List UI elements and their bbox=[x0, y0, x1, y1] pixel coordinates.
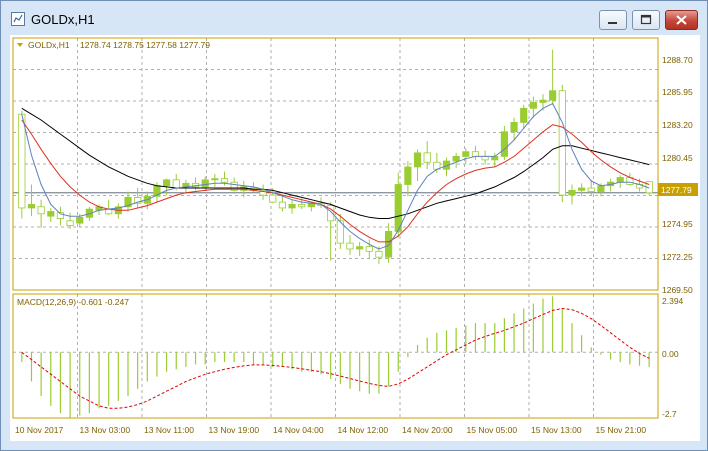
candle-body bbox=[423, 152, 431, 163]
time-tick-label: 13 Nov 11:00 bbox=[144, 425, 194, 435]
candle-body bbox=[587, 187, 595, 192]
price-tick-1283.20: 1283.20 bbox=[662, 120, 693, 130]
candle-body bbox=[500, 131, 508, 157]
candle-body bbox=[76, 216, 84, 224]
price-tick-1272.25: 1272.25 bbox=[662, 252, 693, 262]
price-tick-1285.95: 1285.95 bbox=[662, 87, 693, 97]
macd-tick-zero: 0.00 bbox=[662, 349, 679, 359]
candle-body bbox=[163, 179, 171, 187]
candle-body bbox=[597, 185, 605, 192]
time-axis: 10 Nov 2017 13 Nov 03:00 13 Nov 11:00 13 No… bbox=[15, 425, 646, 435]
price-tick-1288.70: 1288.70 bbox=[662, 55, 693, 65]
candle-body bbox=[356, 246, 364, 250]
window-title: GOLDx,H1 bbox=[31, 12, 95, 27]
macd-signal-line bbox=[21, 307, 650, 409]
current-price-label: 1277.79 bbox=[661, 185, 692, 195]
candle-body bbox=[18, 113, 26, 209]
price-tick-1280.45: 1280.45 bbox=[662, 153, 693, 163]
candle-body bbox=[66, 220, 74, 226]
candle-body bbox=[172, 179, 180, 189]
candle-body bbox=[346, 242, 354, 250]
minimize-icon bbox=[608, 22, 617, 24]
candle-body bbox=[491, 155, 499, 161]
candle-body bbox=[616, 177, 624, 183]
time-tick-label: 15 Nov 21:00 bbox=[596, 425, 647, 435]
candle-body bbox=[520, 107, 528, 123]
symbol-label: GOLDx,H1 bbox=[28, 40, 70, 50]
candle-body bbox=[47, 211, 55, 217]
candle-body bbox=[404, 166, 412, 185]
candle-body bbox=[220, 178, 229, 183]
macd-tick-max: 2.394 bbox=[662, 296, 684, 306]
time-tick-label: 13 Nov 03:00 bbox=[80, 425, 131, 435]
ma-mid-line bbox=[21, 119, 650, 243]
candle-body bbox=[510, 121, 518, 133]
candle-body bbox=[211, 178, 219, 181]
time-tick-label: 15 Nov 05:00 bbox=[467, 425, 518, 435]
time-tick-label: 14 Nov 20:00 bbox=[402, 425, 453, 435]
ohlc-label: 1278.74 1278.75 1277.58 1277.79 bbox=[80, 40, 210, 50]
time-tick-label: 14 Nov 12:00 bbox=[338, 425, 389, 435]
chart-area[interactable]: GOLDx,H1 1278.74 1278.75 1277.58 1277.79… bbox=[10, 35, 700, 441]
candle-body bbox=[201, 179, 209, 188]
candle-body bbox=[365, 246, 373, 252]
candle-body bbox=[269, 194, 277, 203]
maximize-icon bbox=[640, 14, 652, 25]
candle-body bbox=[578, 187, 586, 191]
candle-body bbox=[375, 250, 383, 258]
chart-app-icon bbox=[11, 12, 25, 26]
macd-legend: MACD(12,26,9) -0.601 -0.247 bbox=[17, 297, 129, 307]
candle-body bbox=[37, 206, 45, 215]
candle-body bbox=[471, 151, 480, 157]
candle-body bbox=[568, 189, 576, 196]
candle-body bbox=[27, 204, 36, 209]
chart-window: GOLDx,H1 GOLDx,H1 1278.74 1278.75 1277.5… bbox=[0, 0, 708, 451]
candle-body bbox=[394, 184, 402, 232]
candle-body bbox=[539, 99, 547, 103]
time-tick-label: 13 Nov 19:00 bbox=[209, 425, 260, 435]
close-button[interactable] bbox=[665, 10, 698, 30]
candle-body bbox=[298, 204, 306, 208]
candle-body bbox=[278, 201, 287, 209]
price-tick-1274.95: 1274.95 bbox=[662, 219, 693, 229]
candle-body bbox=[549, 90, 557, 101]
candle-body bbox=[529, 102, 537, 109]
price-tick-1269.50: 1269.50 bbox=[662, 285, 693, 295]
candle-body bbox=[481, 155, 489, 161]
candle-body bbox=[462, 151, 470, 157]
title-bar[interactable]: GOLDx,H1 bbox=[1, 1, 707, 35]
maximize-button[interactable] bbox=[632, 10, 660, 30]
minimize-button[interactable] bbox=[599, 10, 627, 30]
candle-body bbox=[452, 155, 460, 162]
candle-body bbox=[288, 204, 296, 209]
macd-tick-min: -2.7 bbox=[662, 409, 677, 419]
legend-arrow-icon[interactable] bbox=[17, 43, 23, 47]
close-icon bbox=[676, 15, 687, 25]
candle-body bbox=[384, 230, 393, 258]
time-tick-label: 15 Nov 13:00 bbox=[531, 425, 582, 435]
chart-canvas[interactable]: GOLDx,H1 1278.74 1278.75 1277.58 1277.79… bbox=[10, 35, 700, 441]
candle-body bbox=[558, 90, 566, 196]
time-tick-label: 10 Nov 2017 bbox=[15, 425, 63, 435]
time-tick-label: 14 Nov 04:00 bbox=[273, 425, 324, 435]
candle-body bbox=[413, 152, 422, 168]
